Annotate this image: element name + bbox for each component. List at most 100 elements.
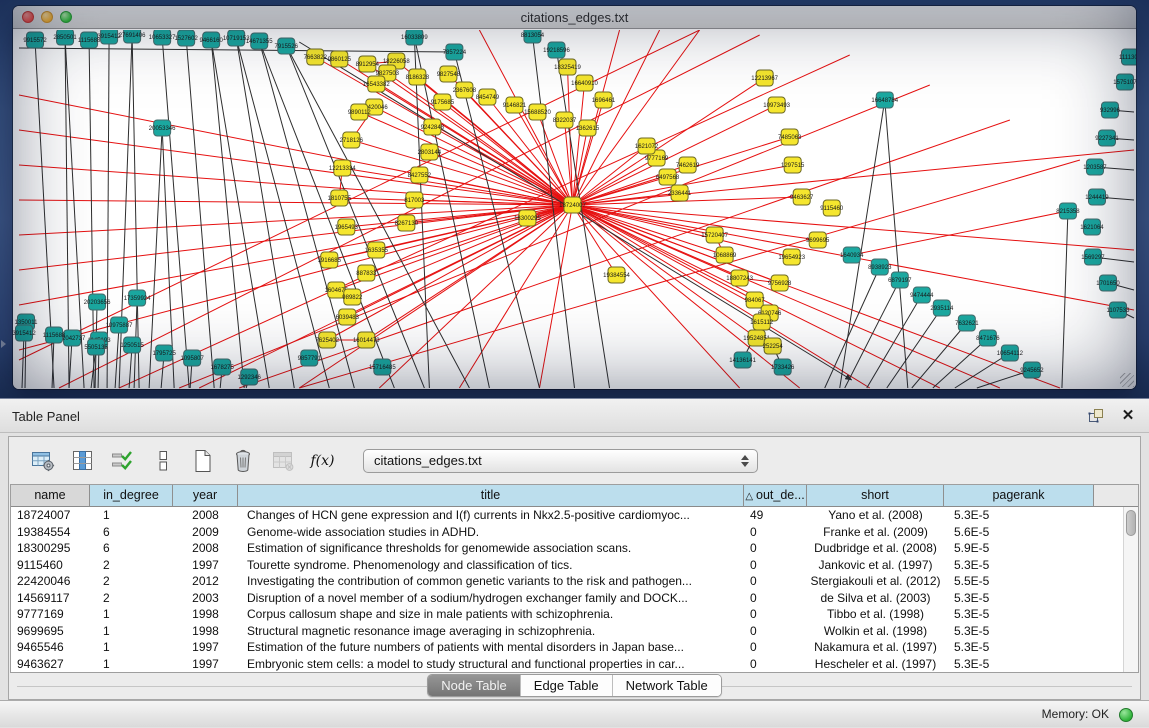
graph-node[interactable]: 19218596 [543,42,570,58]
graph-node[interactable]: 1107533 [1107,302,1131,318]
graph-node[interactable]: 887833 [356,265,377,281]
graph-node[interactable]: 9474444 [910,287,934,303]
graph-node[interactable]: 9699695 [806,232,830,248]
import-table-icon[interactable] [269,447,296,474]
graph-node[interactable]: 8427552 [408,167,432,183]
graph-node[interactable]: 9115460 [820,200,844,216]
function-builder-icon[interactable]: f(x) [309,447,336,474]
graph-node[interactable]: 18300295 [514,210,541,226]
graph-node[interactable]: 6039483 [336,309,360,325]
tab-edge-table[interactable]: Edge Table [520,675,612,696]
graph-node[interactable]: 8938923 [868,259,892,275]
graph-node[interactable]: 2718126 [340,132,364,148]
column-header-name[interactable]: name [11,485,90,507]
graph-node[interactable]: 9860125 [328,51,352,67]
graph-node[interactable]: 2850501 [53,30,77,45]
graph-node[interactable]: 1795725 [152,345,176,361]
graph-node[interactable]: 1569297 [1081,249,1105,265]
network-table-selector[interactable]: citations_edges.txt [363,449,758,473]
column-header-short[interactable]: short [807,485,944,507]
graph-node[interactable]: 10653327 [149,30,176,45]
graph-node[interactable]: 7857224 [443,44,467,60]
graph-node[interactable]: 6497568 [656,169,680,185]
graph-node[interactable]: 9227341 [1095,130,1119,146]
graph-node[interactable]: 1965493 [335,219,359,235]
table-vertical-scrollbar[interactable] [1123,507,1138,672]
delete-column-icon[interactable] [229,447,256,474]
graph-node[interactable]: 1244419 [1085,189,1109,205]
graph-node[interactable]: 2803144 [418,144,442,160]
graph-node[interactable]: 20203656 [84,294,111,310]
graph-node[interactable]: 10975887 [106,317,133,333]
graph-node[interactable]: 2336441 [668,185,692,201]
graph-node[interactable]: 27691406 [119,30,146,43]
graph-node[interactable]: 9756928 [768,275,792,291]
table-row[interactable]: 911546021997Tourette syndrome. Phenomeno… [11,557,1138,574]
column-header-pagerank[interactable]: pagerank [944,485,1094,507]
graph-node[interactable]: 989822 [342,289,363,305]
new-column-icon[interactable] [189,447,216,474]
table-row[interactable]: 1456911722003Disruption of a novel membe… [11,590,1138,607]
column-header-outde[interactable]: △out_de... [744,485,807,507]
column-header-indegree[interactable]: in_degree [90,485,173,507]
graph-node[interactable]: 9242848 [421,119,445,135]
graph-node[interactable]: 1810755 [328,190,352,206]
graph-node[interactable]: 8471676 [976,330,1000,346]
graph-node[interactable]: 9857791 [298,350,322,366]
unselect-all-icon[interactable] [149,447,176,474]
select-all-icon[interactable] [109,447,136,474]
graph-node[interactable]: 7485063 [778,129,802,145]
graph-node[interactable]: 15716485 [369,359,396,375]
graph-node[interactable]: 8454749 [476,89,500,105]
graph-node[interactable]: 7625402 [316,332,340,348]
table-settings-icon[interactable] [29,447,56,474]
graph-node[interactable]: 1696461 [592,92,616,108]
citation-network-graph[interactable]: 9915572285050111156883915412276914061065… [13,30,1136,389]
graph-node[interactable]: 1635355 [365,242,389,258]
table-row[interactable]: 946554611997Estimation of the future num… [11,639,1138,656]
graph-node[interactable]: 1111306 [1119,49,1136,65]
close-panel-icon[interactable]: ✕ [1119,407,1137,425]
graph-node[interactable]: 16648784 [871,92,898,108]
table-row[interactable]: 946362711997Embryonic stem cells: a mode… [11,656,1138,673]
graph-node[interactable]: 817003 [404,192,425,208]
graph-node[interactable]: 16640910 [571,75,598,91]
graph-node[interactable]: 6879197 [888,272,912,288]
graph-node[interactable]: 1115688 [43,327,66,343]
network-view-canvas[interactable]: 9915572285050111156883915412276914061065… [13,30,1136,389]
float-panel-icon[interactable] [1087,407,1105,425]
column-header-title[interactable]: title [238,485,744,507]
graph-node[interactable]: 932996 [1100,102,1121,118]
graph-node[interactable]: 1621072 [635,138,659,154]
graph-node[interactable]: 2367608 [453,82,477,98]
graph-node[interactable]: 7915526 [275,38,299,54]
graph-node[interactable]: 1362615 [576,120,600,136]
graph-node[interactable]: 14671355 [246,33,273,49]
graph-node[interactable]: 8215358 [1056,203,1080,219]
graph-node[interactable]: 14136141 [729,352,756,368]
column-header-year[interactable]: year [173,485,238,507]
graph-node[interactable]: 5505135 [84,339,108,355]
graph-node[interactable]: 19654923 [778,249,805,265]
graph-node[interactable]: 8912954 [356,56,380,72]
graph-node[interactable]: 1292346 [238,369,262,385]
graph-node[interactable]: 9175685 [431,94,455,110]
graph-node[interactable]: 9890112 [348,104,372,120]
graph-node[interactable]: 9245652 [1020,362,1044,378]
window-resize-grip[interactable] [1120,373,1134,387]
graph-node[interactable]: 1916685 [318,252,342,268]
tab-network-table[interactable]: Network Table [612,675,721,696]
panel-collapse-chevron-icon[interactable] [1,340,6,348]
graph-node[interactable]: 1640934 [840,247,864,263]
graph-node[interactable]: 10973493 [763,97,790,113]
graph-node[interactable]: 1621064 [1080,219,1104,235]
graph-node[interactable]: 1527602 [174,30,198,46]
graph-node[interactable]: 2935114 [930,300,954,316]
graph-node[interactable]: 7462619 [676,157,700,173]
table-row[interactable]: 1938455462009Genome-wide association stu… [11,524,1138,541]
graph-node[interactable]: 16014479 [353,332,380,348]
graph-node[interactable]: 1678275 [211,359,235,375]
graph-node[interactable]: 16033809 [401,30,428,45]
graph-node[interactable]: 8322037 [553,112,577,128]
graph-node[interactable]: 7663822 [304,49,328,65]
